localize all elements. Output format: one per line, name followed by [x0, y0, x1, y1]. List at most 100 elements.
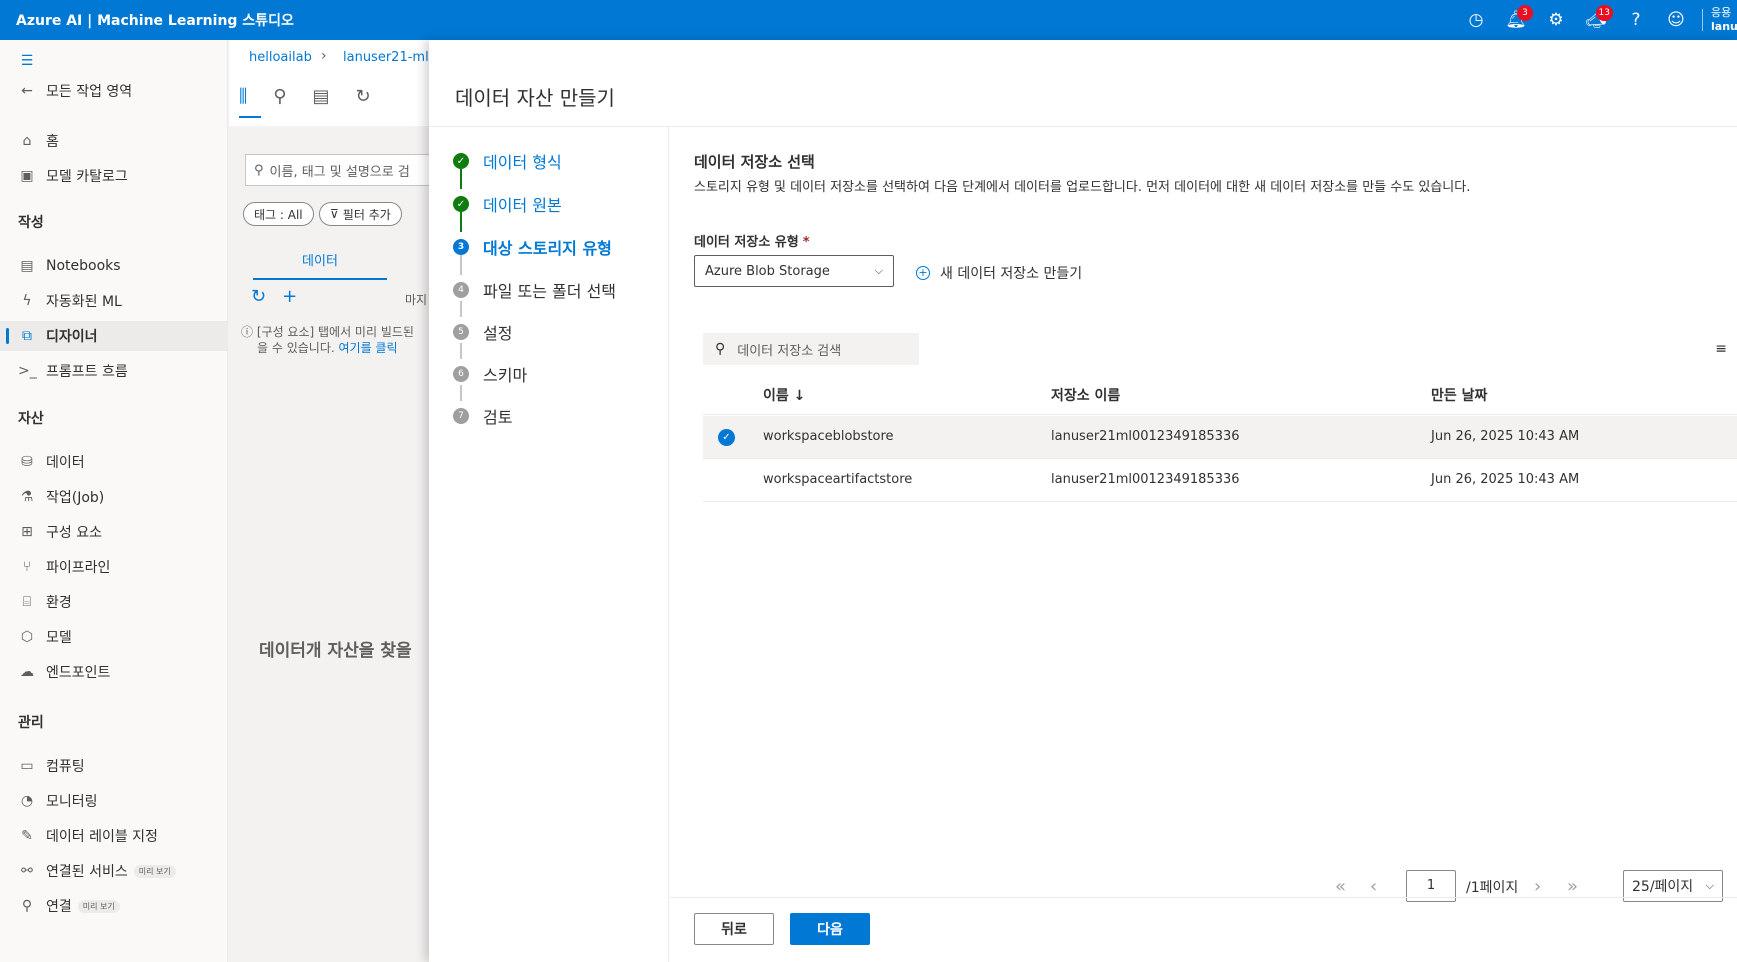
- catalog-icon: ▣: [20, 168, 34, 184]
- empty-state-text: 데이터개 자산을 찾을: [259, 641, 412, 661]
- sidebar-item-designer[interactable]: ⧉ 디자이너: [0, 321, 228, 351]
- help-icon[interactable]: ?: [1616, 0, 1656, 40]
- sidebar-item-automl[interactable]: ϟ 자동화된 ML: [0, 286, 228, 316]
- create-data-asset-panel: 데이터 자산 만들기 ✓ 데이터 형식 ✓ 데이터 원본 3 대상 스토리지 유…: [429, 40, 1737, 962]
- section-author: 작성: [18, 215, 44, 231]
- first-page-icon[interactable]: «: [1335, 876, 1346, 897]
- announcements-button[interactable]: 📣︎ 13: [1576, 0, 1616, 40]
- sidebar-item-notebooks[interactable]: ▤ Notebooks: [0, 251, 228, 281]
- library-icon[interactable]: ⫼: [239, 86, 247, 107]
- table-header: 이름 ↓ 저장소 이름 만든 날짜: [703, 371, 1737, 415]
- sidebar-item-label: Notebooks: [46, 258, 121, 274]
- sidebar-item-monitoring[interactable]: ◔ 모니터링: [0, 786, 228, 816]
- sidebar-item-home[interactable]: ⌂ 홈: [0, 126, 228, 156]
- column-header-created[interactable]: 만든 날짜: [1431, 385, 1487, 405]
- home-icon: ⌂: [22, 133, 32, 149]
- store-type-dropdown[interactable]: Azure Blob Storage ⌵: [694, 255, 894, 287]
- hamburger-menu[interactable]: ☰: [0, 46, 228, 76]
- required-marker: *: [802, 235, 810, 250]
- feedback-smiley-icon[interactable]: ☺: [1656, 0, 1696, 40]
- clock-icon[interactable]: ◷: [1456, 0, 1496, 40]
- document-icon[interactable]: ▤: [312, 86, 329, 107]
- breadcrumb-resource[interactable]: lanuser21-ml-: [343, 50, 429, 65]
- sidebar-item-connections[interactable]: ⚲ 연결 미리 보기: [0, 891, 228, 921]
- sidebar-item-label: 환경: [46, 595, 72, 611]
- search-icon[interactable]: ⚲: [273, 86, 286, 107]
- column-header-storage[interactable]: 저장소 이름: [1051, 385, 1120, 405]
- wizard-steps: ✓ 데이터 형식 ✓ 데이터 원본 3 대상 스토리지 유형 4 파일 또는 폴…: [429, 127, 669, 962]
- back-button[interactable]: 뒤로: [694, 913, 774, 945]
- active-tab-indicator: [239, 116, 261, 118]
- breadcrumb-workspace[interactable]: helloailab: [249, 50, 312, 65]
- tab-data[interactable]: 데이터: [253, 250, 387, 280]
- page-body: ⚲ 이름, 태그 및 설명으로 검 태그 : All ⊽ 필터 추가 데이터 ↻…: [229, 126, 429, 962]
- sidebar-item-pipelines[interactable]: ⑂ 파이프라인: [0, 552, 228, 582]
- step-label: 스키마: [483, 366, 528, 385]
- gear-icon[interactable]: ⚙: [1536, 0, 1576, 40]
- created-date: Jun 26, 2025 10:43 AM: [1431, 472, 1580, 487]
- column-header-name[interactable]: 이름 ↓: [763, 385, 805, 405]
- user-line-2: lanu: [1711, 20, 1737, 33]
- sidebar-item-jobs[interactable]: ⚗ 작업(Job): [0, 482, 228, 512]
- sidebar-item-data-labeling[interactable]: ✎ 데이터 레이블 지정: [0, 821, 228, 851]
- step-storage-type[interactable]: 3 대상 스토리지 유형: [453, 235, 612, 259]
- sidebar-item-endpoints[interactable]: ☁ 엔드포인트: [0, 657, 228, 687]
- step-data-source[interactable]: ✓ 데이터 원본: [453, 192, 562, 216]
- asset-search-input[interactable]: ⚲ 이름, 태그 및 설명으로 검: [245, 154, 429, 186]
- add-icon[interactable]: +: [282, 286, 297, 307]
- sidebar-item-compute[interactable]: ▭ 컴퓨팅: [0, 751, 228, 781]
- section-title: 데이터 저장소 선택: [694, 153, 815, 171]
- sidebar-item-label: 모델 카탈로그: [46, 169, 128, 185]
- datastore-search-input[interactable]: ⚲ 데이터 저장소 검색: [703, 333, 919, 365]
- back-to-workspaces[interactable]: ← 모든 작업 영역: [0, 76, 228, 106]
- step-review: 7 검토: [453, 404, 512, 428]
- refresh-icon[interactable]: ↻: [251, 286, 266, 307]
- step-settings: 5 설정: [453, 320, 512, 344]
- sidebar-item-data[interactable]: ⛁ 데이터: [0, 447, 228, 477]
- next-page-icon[interactable]: ›: [1534, 876, 1541, 897]
- monitor-icon: ▭: [20, 758, 34, 774]
- cube-icon: ⬡: [20, 629, 34, 645]
- sidebar-item-model-catalog[interactable]: ▣ 모델 카탈로그: [0, 161, 228, 191]
- hamburger-icon: ☰: [20, 53, 34, 69]
- storage-name: lanuser21ml0012349185336: [1051, 429, 1240, 444]
- sidebar-item-label: 자동화된 ML: [46, 294, 122, 310]
- sidebar-item-prompt-flow[interactable]: >_ 프롬프트 흐름: [0, 356, 228, 386]
- create-new-datastore-button[interactable]: + 새 데이터 저장소 만들기: [916, 263, 1082, 283]
- section-description: 스토리지 유형 및 데이터 저장소를 선택하여 다음 단계에서 데이터를 업로드…: [694, 180, 1471, 195]
- step-label: 데이터 형식: [483, 153, 562, 172]
- sidebar-item-components[interactable]: ⊞ 구성 요소: [0, 517, 228, 547]
- filter-icon[interactable]: ≡: [1715, 341, 1727, 357]
- announcements-badge: 13: [1595, 5, 1613, 21]
- table-row[interactable]: ✓ workspaceblobstore lanuser21ml00123491…: [703, 416, 1737, 459]
- last-page-icon[interactable]: »: [1567, 876, 1578, 897]
- filter-add-icon: ⊽: [330, 207, 339, 221]
- chevron-down-icon: ⌵: [874, 264, 883, 277]
- data-assets-page: helloailab › lanuser21-ml- ⫼ ⚲ ▤ ↻ ⚲ 이름,…: [229, 40, 429, 962]
- sidebar-item-environments[interactable]: ⌸ 환경: [0, 587, 228, 617]
- selected-check-icon[interactable]: ✓: [718, 429, 735, 446]
- lightning-icon: ϟ: [22, 293, 32, 309]
- next-button[interactable]: 다음: [790, 913, 870, 945]
- refresh-icon[interactable]: ↻: [355, 86, 370, 107]
- add-filter-chip[interactable]: ⊽ 필터 추가: [319, 202, 402, 226]
- step-data-type[interactable]: ✓ 데이터 형식: [453, 149, 562, 173]
- sidebar-item-linked-services[interactable]: ⚯ 연결된 서비스 미리 보기: [0, 856, 228, 886]
- tag-filter-chip[interactable]: 태그 : All: [243, 202, 314, 226]
- datastore-name: workspaceartifactstore: [763, 472, 913, 487]
- prev-page-icon[interactable]: ‹: [1370, 876, 1377, 897]
- environment-icon: ⌸: [22, 594, 32, 610]
- step-schema: 6 스키마: [453, 362, 527, 386]
- info-icon: ⓘ: [241, 325, 254, 339]
- designer-icon: ⧉: [22, 328, 32, 344]
- preview-badge: 미리 보기: [133, 864, 176, 878]
- components-icon: ⊞: [21, 524, 33, 540]
- user-account[interactable]: 응용 lanu: [1711, 6, 1737, 34]
- notifications-button[interactable]: 🔔︎ 3: [1496, 0, 1536, 40]
- step-number: 4: [453, 282, 469, 298]
- table-row[interactable]: workspaceartifactstore lanuser21ml001234…: [703, 459, 1737, 502]
- sidebar-item-models[interactable]: ⬡ 모델: [0, 622, 228, 652]
- last-modified-label: 마지: [405, 293, 428, 307]
- click-here-link[interactable]: 여기를 클릭: [339, 341, 398, 355]
- app-title[interactable]: Azure AI | Machine Learning 스튜디오: [0, 10, 294, 30]
